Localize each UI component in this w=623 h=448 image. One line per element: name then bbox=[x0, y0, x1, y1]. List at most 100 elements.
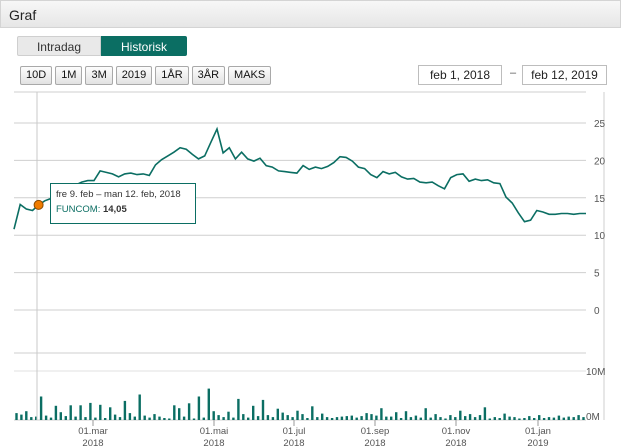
tooltip-value: 14,05 bbox=[102, 204, 127, 215]
volume-bar bbox=[316, 417, 319, 420]
volume-bar bbox=[335, 417, 339, 420]
volume-bar bbox=[365, 413, 368, 420]
volume-tick-label: 10M bbox=[586, 367, 605, 378]
volume-tick-label: 0M bbox=[586, 412, 600, 423]
volume-bar bbox=[390, 416, 393, 420]
volume-bar bbox=[478, 415, 482, 420]
volume-bar bbox=[168, 418, 171, 420]
date-tick-month: 01.jan bbox=[525, 426, 551, 437]
volume-bar bbox=[429, 417, 432, 420]
volume-bar bbox=[503, 413, 506, 420]
date-axis-labels: 01.mar201801.mai201801.jul201801.sep2018… bbox=[78, 420, 551, 448]
volume-bar bbox=[468, 414, 472, 420]
volume-bar bbox=[330, 418, 334, 420]
volume-bar bbox=[178, 408, 181, 420]
tooltip-value-row: FUNCOM: 14,05 bbox=[56, 202, 190, 217]
price-tick-label: 25 bbox=[594, 119, 606, 130]
volume-bar bbox=[325, 417, 329, 420]
volume-bar bbox=[454, 417, 457, 420]
volume-bar bbox=[355, 417, 358, 420]
volume-bar bbox=[232, 417, 235, 420]
volume-bar bbox=[158, 416, 161, 420]
date-tick-month: 01.mai bbox=[200, 426, 229, 437]
volume-bar bbox=[380, 408, 383, 420]
volume-bar bbox=[217, 415, 220, 420]
date-tick-year: 2018 bbox=[283, 438, 304, 448]
volume-bar bbox=[291, 417, 294, 420]
volume-bar bbox=[350, 415, 353, 420]
volume-bar bbox=[197, 396, 201, 420]
volume-bar bbox=[104, 418, 107, 420]
volume-bar bbox=[276, 408, 279, 420]
volume-bar bbox=[222, 417, 225, 420]
volume-bar bbox=[247, 417, 250, 420]
volume-bars bbox=[15, 388, 585, 420]
volume-bar bbox=[187, 403, 191, 420]
volume-bar bbox=[538, 415, 541, 420]
volume-bar bbox=[30, 417, 33, 420]
volume-bar bbox=[311, 406, 314, 420]
volume-bar bbox=[54, 405, 58, 420]
date-tick-month: 01.sep bbox=[361, 426, 390, 437]
volume-bar bbox=[89, 402, 92, 420]
date-tick-month: 01.mar bbox=[78, 426, 108, 437]
date-tick-month: 01.jul bbox=[283, 426, 306, 437]
volume-bar bbox=[547, 417, 551, 420]
volume-bar bbox=[281, 412, 284, 420]
volume-bar bbox=[498, 418, 501, 420]
volume-bar bbox=[473, 417, 477, 420]
volume-bar bbox=[409, 417, 413, 420]
volume-bar bbox=[483, 407, 487, 420]
volume-bar bbox=[360, 416, 363, 420]
volume-bar bbox=[271, 417, 275, 420]
volume-bar bbox=[552, 417, 556, 420]
volume-bar bbox=[419, 417, 422, 420]
price-tick-label: 0 bbox=[594, 306, 600, 317]
volume-bar bbox=[488, 418, 491, 420]
tooltip-period: fre 9. feb – man 12. feb, 2018 bbox=[56, 189, 181, 200]
price-tick-label: 5 bbox=[594, 269, 600, 280]
price-tick-label: 15 bbox=[594, 194, 606, 205]
volume-bar bbox=[49, 417, 53, 420]
price-chart[interactable]: 2520151050 10M0M 01.mar201801.mai201801.… bbox=[0, 0, 623, 448]
volume-bar bbox=[266, 415, 270, 420]
date-tick-month: 01.nov bbox=[442, 426, 471, 437]
volume-bar bbox=[123, 400, 127, 420]
volume-bar bbox=[84, 417, 87, 420]
volume-bar bbox=[562, 417, 565, 420]
date-tick-year: 2018 bbox=[82, 438, 103, 448]
chart-grid bbox=[14, 91, 605, 421]
volume-bar bbox=[20, 414, 23, 420]
volume-bar bbox=[459, 410, 462, 420]
volume-bar bbox=[523, 418, 526, 420]
volume-bar bbox=[192, 418, 196, 420]
volume-bar bbox=[542, 418, 546, 420]
volume-bar bbox=[39, 396, 43, 420]
volume-bar bbox=[395, 412, 398, 420]
price-tick-label: 20 bbox=[594, 156, 606, 167]
volume-bar bbox=[306, 418, 309, 420]
volume-bar bbox=[252, 405, 255, 420]
volume-bar bbox=[370, 414, 373, 420]
volume-bar bbox=[148, 417, 151, 420]
volume-bar bbox=[202, 417, 205, 420]
hover-point-marker bbox=[33, 199, 44, 210]
volume-bar bbox=[582, 417, 585, 420]
volume-bar bbox=[227, 411, 230, 420]
volume-bar bbox=[182, 416, 186, 420]
volume-bar bbox=[173, 405, 176, 420]
volume-bar bbox=[99, 404, 102, 420]
volume-bar bbox=[508, 416, 511, 420]
volume-bar bbox=[138, 394, 141, 420]
volume-bar bbox=[64, 416, 67, 420]
volume-bar bbox=[74, 416, 77, 420]
volume-bar bbox=[449, 415, 452, 420]
date-tick-year: 2018 bbox=[364, 438, 385, 448]
volume-bar bbox=[44, 415, 48, 420]
volume-bar bbox=[242, 414, 245, 420]
volume-bar bbox=[385, 416, 388, 420]
volume-bar bbox=[493, 417, 496, 420]
volume-bar bbox=[439, 417, 442, 420]
volume-bar bbox=[321, 413, 324, 420]
volume-bar bbox=[567, 416, 570, 420]
